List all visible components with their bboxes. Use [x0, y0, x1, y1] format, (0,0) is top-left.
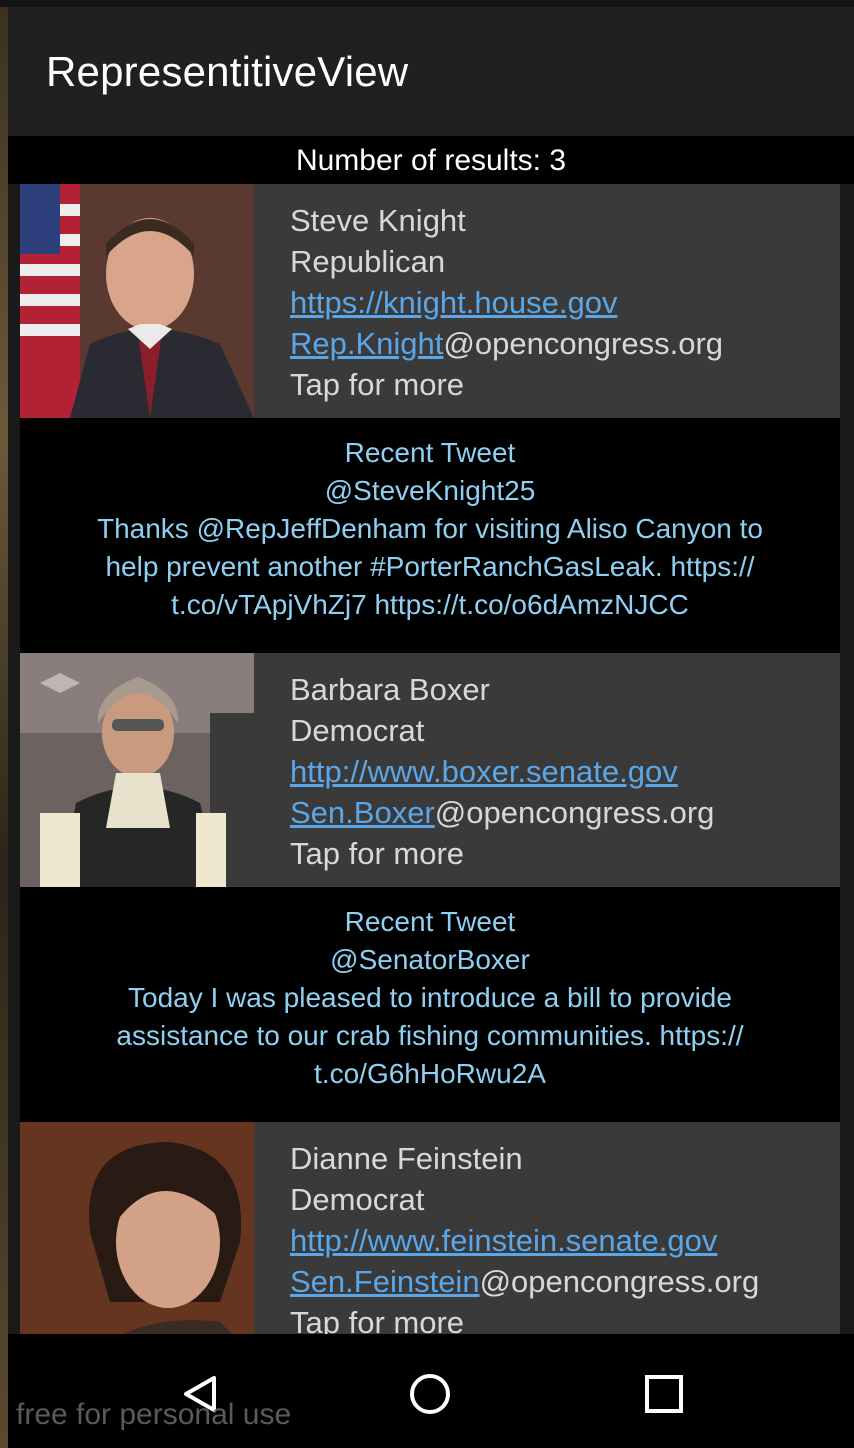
results-count: Number of results: 3: [8, 136, 854, 184]
rep-email-domain: @opencongress.org: [479, 1264, 760, 1299]
tap-for-more: Tap for more: [290, 367, 465, 402]
tap-for-more: Tap for more: [290, 1305, 465, 1334]
tweet-handle: @SenatorBoxer: [330, 944, 530, 975]
rep-photo: [20, 184, 254, 418]
rep-photo: [20, 1122, 254, 1334]
tweet-line: t.co/G6hHoRwu2A: [314, 1058, 546, 1089]
status-bar: [0, 0, 854, 7]
tweet-line: help prevent another #PorterRanchGasLeak…: [105, 551, 755, 582]
rep-name: Barbara Boxer: [290, 672, 490, 707]
recent-tweet-panel: Recent Tweet @SteveKnight25 Thanks @RepJ…: [20, 418, 840, 653]
watermark: free for personal use: [16, 1398, 292, 1431]
rep-party: Democrat: [290, 713, 425, 748]
tweet-line: assistance to our crab fishing communiti…: [116, 1020, 744, 1051]
rep-name: Steve Knight: [290, 203, 466, 238]
rep-email-link[interactable]: Sen.Boxer: [290, 795, 435, 830]
tweet-line: Thanks @RepJeffDenham for visiting Aliso…: [96, 513, 763, 544]
recents-icon[interactable]: [634, 1364, 694, 1424]
tweet-handle: @SteveKnight25: [324, 475, 536, 506]
rep-party: Republican: [290, 244, 446, 279]
rep-name: Dianne Feinstein: [290, 1141, 523, 1176]
background-edge: [0, 0, 8, 1448]
rep-website-link[interactable]: https://knight.house.gov: [290, 285, 617, 320]
rep-card-barbara-boxer[interactable]: Barbara Boxer Democrat http://www.boxer.…: [20, 653, 840, 887]
rep-card-steve-knight[interactable]: Steve Knight Republican https://knight.h…: [20, 184, 840, 418]
rep-info: Barbara Boxer Democrat http://www.boxer.…: [290, 669, 714, 874]
app-title: RepresentitiveView: [46, 47, 409, 95]
app-bar: RepresentitiveView: [8, 7, 854, 136]
rep-card-dianne-feinstein[interactable]: Dianne Feinstein Democrat http://www.fei…: [20, 1122, 840, 1334]
tweet-header: Recent Tweet: [344, 437, 516, 468]
tap-for-more: Tap for more: [290, 836, 465, 871]
rep-email-link[interactable]: Rep.Knight: [290, 326, 443, 361]
tweet-line: Today I was pleased to introduce a bill …: [128, 982, 732, 1013]
rep-info: Steve Knight Republican https://knight.h…: [290, 200, 723, 405]
representative-list[interactable]: Steve Knight Republican https://knight.h…: [20, 184, 840, 1334]
rep-website-link[interactable]: http://www.boxer.senate.gov: [290, 754, 678, 789]
home-icon[interactable]: [400, 1364, 460, 1424]
rep-email-domain: @opencongress.org: [443, 326, 724, 361]
tweet-line: t.co/vTApjVhZj7 https://t.co/o6dAmzNJCC: [171, 589, 689, 620]
rep-email-domain: @opencongress.org: [434, 795, 715, 830]
rep-party: Democrat: [290, 1182, 425, 1217]
rep-website-link[interactable]: http://www.feinstein.senate.gov: [290, 1223, 717, 1258]
recent-tweet-panel: Recent Tweet @SenatorBoxer Today I was p…: [20, 887, 840, 1122]
tweet-header: Recent Tweet: [344, 906, 516, 937]
rep-photo: [20, 653, 254, 887]
rep-info: Dianne Feinstein Democrat http://www.fei…: [290, 1138, 759, 1334]
rep-email-link[interactable]: Sen.Feinstein: [290, 1264, 480, 1299]
